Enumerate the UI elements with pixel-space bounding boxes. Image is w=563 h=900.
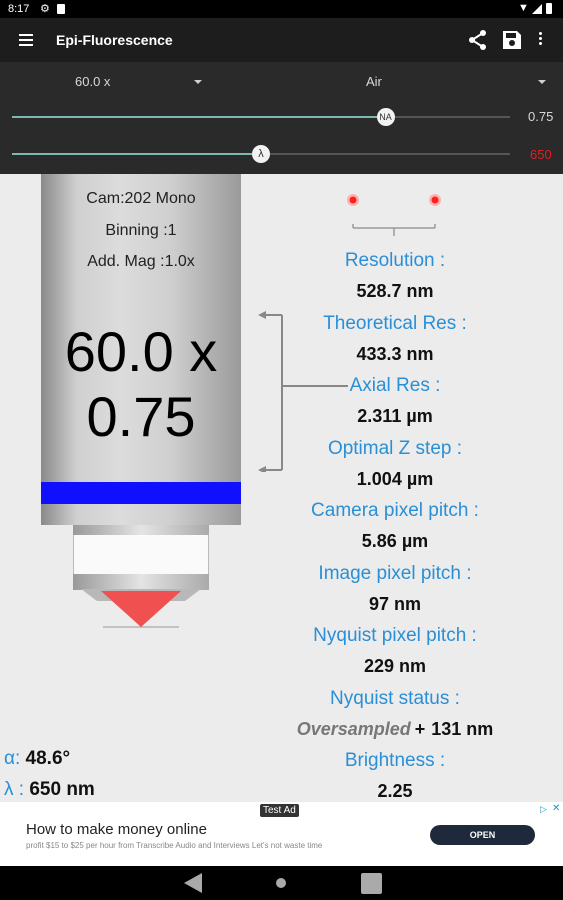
wavelength-track-fill xyxy=(12,153,261,155)
objective-value: 60.0 x xyxy=(75,74,111,89)
settings-notification-icon: ⚙ xyxy=(40,3,50,15)
ad-banner[interactable]: Test Ad ▷ ✕ How to make money online pro… xyxy=(0,802,563,866)
result-label: Axial Res : xyxy=(349,375,441,396)
wavelength-slider-thumb[interactable]: λ xyxy=(252,145,270,163)
recents-icon[interactable] xyxy=(361,873,382,894)
result-value: 2.25 xyxy=(377,781,413,801)
ad-title[interactable]: How to make money online xyxy=(26,821,207,838)
result-value: 2.311 µm xyxy=(357,406,433,426)
ad-subtitle: profit $15 to $25 per hour from Transcri… xyxy=(26,841,323,850)
menu-icon[interactable] xyxy=(19,32,33,46)
result-label: Resolution : xyxy=(344,250,446,271)
medium-value: Air xyxy=(366,74,382,89)
back-icon[interactable] xyxy=(182,872,204,894)
wavelength-readout: λ : 650 nm xyxy=(4,779,95,801)
nyquist-delta: 131 nm xyxy=(431,718,494,739)
wavelength-slider[interactable]: λ xyxy=(12,143,510,165)
result-value: 433.3 nm xyxy=(356,343,434,364)
nyquist-plus: + xyxy=(414,718,426,739)
status-bar: 8:17 ⚙ ▼ xyxy=(0,0,563,18)
lens-tip xyxy=(73,574,209,590)
chevron-down-icon xyxy=(194,80,202,84)
result-value: 528.7 nm xyxy=(356,281,434,301)
overflow-menu-icon[interactable] xyxy=(539,32,543,45)
main-content: Cam:202 Mono Binning :1 Add. Mag :1.0x 6… xyxy=(0,174,563,802)
wavelength-value: 650 xyxy=(530,147,552,162)
status-time: 8:17 xyxy=(8,3,30,15)
medium-dropdown[interactable]: Air xyxy=(300,72,550,96)
nyquist-status-row: Oversampled +131 nm xyxy=(245,719,545,740)
objective-dropdown[interactable]: 60.0 x xyxy=(60,72,210,96)
sd-card-icon xyxy=(57,4,65,14)
result-label: Brightness : xyxy=(344,750,446,771)
ad-close-icon[interactable]: ✕ xyxy=(552,803,560,814)
na-slider[interactable]: NA xyxy=(12,106,510,128)
result-label: Image pixel pitch : xyxy=(318,562,472,584)
result-label: Camera pixel pitch : xyxy=(311,500,479,521)
wavelength-symbol: λ : xyxy=(4,779,25,800)
battery-icon xyxy=(546,3,552,14)
angle-symbol: α: xyxy=(4,748,21,769)
settings-panel: 60.0 x Air NA 0.75 λ 650 xyxy=(0,62,563,174)
lens-ring xyxy=(73,535,209,575)
wifi-icon: ▼ xyxy=(518,2,529,14)
add-mag-label: Add. Mag :1.0x xyxy=(87,253,195,270)
na-track-fill xyxy=(12,116,386,118)
result-label: Theoretical Res : xyxy=(323,312,467,334)
magnification-label: 60.0 x xyxy=(64,320,218,383)
na-slider-thumb[interactable]: NA xyxy=(376,108,395,126)
ad-badge: Test Ad xyxy=(260,804,299,817)
ad-choices-icon[interactable]: ▷ xyxy=(540,804,550,814)
save-icon[interactable] xyxy=(502,30,522,50)
signal-icon xyxy=(532,4,542,14)
app-title: Epi-Fluorescence xyxy=(56,32,173,48)
chevron-down-icon xyxy=(538,80,546,84)
ad-open-button[interactable]: OPEN xyxy=(430,825,535,845)
result-value: 1.004 µm xyxy=(356,468,434,489)
na-label: 0.75 xyxy=(86,385,196,448)
camera-label: Cam:202 Mono xyxy=(86,190,196,207)
result-label: Nyquist pixel pitch : xyxy=(313,625,477,646)
nyquist-status: Oversampled xyxy=(296,718,411,739)
result-value: 229 nm xyxy=(363,656,427,676)
binning-label: Binning :1 xyxy=(105,222,177,239)
navigation-bar xyxy=(0,866,563,900)
share-icon[interactable] xyxy=(468,29,488,51)
wavelength-readout-value: 650 nm xyxy=(29,779,95,800)
result-value: 5.86 µm xyxy=(361,531,429,551)
na-value: 0.75 xyxy=(528,109,554,124)
result-label: Nyquist status : xyxy=(330,687,460,709)
result-label: Optimal Z step : xyxy=(327,437,463,459)
angle-readout: α: 48.6° xyxy=(4,748,70,770)
color-band xyxy=(41,482,241,504)
lens-collar xyxy=(73,525,209,535)
angle-value: 48.6° xyxy=(25,748,71,769)
home-icon[interactable] xyxy=(276,878,286,888)
app-bar: Epi-Fluorescence xyxy=(0,18,563,62)
result-value: 97 nm xyxy=(368,593,422,614)
resolution-diagram xyxy=(347,194,441,236)
lens-front xyxy=(81,589,201,628)
